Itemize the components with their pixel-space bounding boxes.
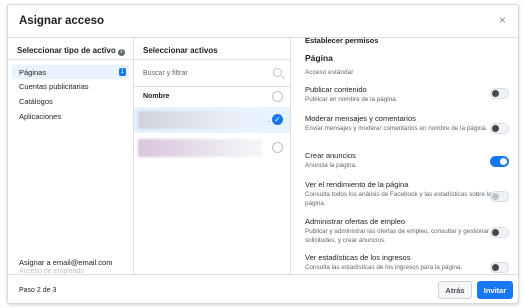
asset-type-label: Aplicaciones bbox=[19, 112, 62, 121]
asset-radio[interactable] bbox=[272, 142, 283, 153]
step-indicator: Paso 2 de 3 bbox=[19, 287, 57, 294]
blurred-asset-name bbox=[138, 111, 262, 129]
permission-desc: Publicar en nombre de la página. bbox=[305, 96, 398, 103]
asset-type-column: Seleccionar tipo de activo i Páginas 1 Cu… bbox=[8, 38, 134, 275]
search-icon bbox=[273, 68, 282, 77]
permission-revenue: Ver estadísticas de los ingresos Consult… bbox=[305, 253, 501, 273]
permission-moderate: Moderar mensajes y comentarios Enviar me… bbox=[305, 114, 501, 134]
name-header-row: Nombre bbox=[134, 87, 290, 107]
dialog-footer: Paso 2 de 3 Atrás Invitar bbox=[8, 274, 518, 303]
select-all-radio[interactable] bbox=[272, 91, 283, 102]
assign-to-label: Asignar a email@email.com bbox=[19, 258, 113, 267]
toggle-publish[interactable] bbox=[490, 88, 509, 99]
info-icon[interactable]: i bbox=[117, 49, 125, 56]
close-icon[interactable]: × bbox=[499, 13, 506, 27]
permission-desc: Consulta todos los análisis de Facebook … bbox=[305, 191, 492, 207]
search-placeholder: Buscar y filtrar bbox=[143, 70, 188, 77]
permission-jobs: Administrar ofertas de empleo Publicar y… bbox=[305, 217, 501, 245]
permission-desc: Publicar y administrar las ofertas de em… bbox=[305, 228, 499, 244]
permission-title: Ver el rendimiento de la página bbox=[305, 180, 409, 189]
permissions-header: Establecer permisos bbox=[305, 36, 379, 45]
asset-type-label: Catálogos bbox=[19, 97, 53, 106]
asset-type-label: Cuentas publicitarias bbox=[19, 82, 89, 91]
asset-type-apps[interactable]: Aplicaciones bbox=[12, 109, 129, 123]
asset-type-header: Seleccionar tipo de activo i bbox=[8, 38, 133, 60]
asset-type-header-label: Seleccionar tipo de activo bbox=[17, 46, 116, 55]
toggle-jobs[interactable] bbox=[490, 227, 509, 238]
toggle-ads[interactable] bbox=[490, 156, 509, 167]
permission-publish: Publicar contenido Publicar en nombre de… bbox=[305, 85, 501, 105]
permissions-column: Establecer permisos Página Acceso estánd… bbox=[291, 33, 518, 274]
toggle-revenue[interactable] bbox=[490, 262, 509, 273]
permission-desc: Consulta las estadísticas de los ingreso… bbox=[305, 264, 463, 271]
permission-title: Administrar ofertas de empleo bbox=[305, 217, 406, 226]
blurred-asset-name bbox=[138, 139, 262, 157]
permission-title: Crear anuncios bbox=[305, 151, 356, 160]
name-column-label: Nombre bbox=[143, 93, 170, 100]
asset-type-catalogs[interactable]: Catálogos bbox=[12, 94, 129, 108]
permissions-subsection: Acceso estándar bbox=[305, 69, 354, 76]
asset-type-label: Páginas bbox=[19, 68, 47, 77]
permission-desc: Enviar mensajes y moderar comentarios en… bbox=[305, 125, 488, 132]
asset-type-ad-accounts[interactable]: Cuentas publicitarias bbox=[12, 79, 129, 93]
back-button[interactable]: Atrás bbox=[438, 281, 472, 299]
permissions-section: Página bbox=[305, 53, 333, 63]
assets-column: Seleccionar activos Buscar y filtrar Nom… bbox=[134, 38, 291, 274]
asset-row-selected[interactable]: . ✓ bbox=[134, 107, 290, 133]
check-icon[interactable]: ✓ bbox=[272, 114, 283, 125]
assets-header: Seleccionar activos bbox=[134, 38, 290, 60]
permission-title: Publicar contenido bbox=[305, 85, 367, 94]
toggle-moderate[interactable] bbox=[490, 123, 509, 134]
invite-button[interactable]: Invitar bbox=[477, 281, 513, 299]
permission-title: Moderar mensajes y comentarios bbox=[305, 114, 416, 123]
toggle-insights[interactable] bbox=[490, 191, 509, 202]
permission-insights: Ver el rendimiento de la página Consulta… bbox=[305, 180, 501, 208]
permission-desc: Anuncia la página. bbox=[305, 162, 357, 169]
permission-title: Ver estadísticas de los ingresos bbox=[305, 253, 411, 262]
permission-ads: Crear anuncios Anuncia la página. bbox=[305, 151, 501, 171]
assign-access-dialog: Asignar acceso × Seleccionar tipo de act… bbox=[7, 4, 519, 304]
asset-type-pages[interactable]: Páginas 1 bbox=[12, 65, 129, 79]
asset-suffix: . bbox=[268, 117, 270, 124]
dialog-title: Asignar acceso bbox=[19, 15, 105, 27]
count-badge: 1 bbox=[118, 68, 126, 76]
search-input[interactable]: Buscar y filtrar bbox=[134, 60, 290, 87]
asset-row[interactable] bbox=[134, 135, 290, 161]
